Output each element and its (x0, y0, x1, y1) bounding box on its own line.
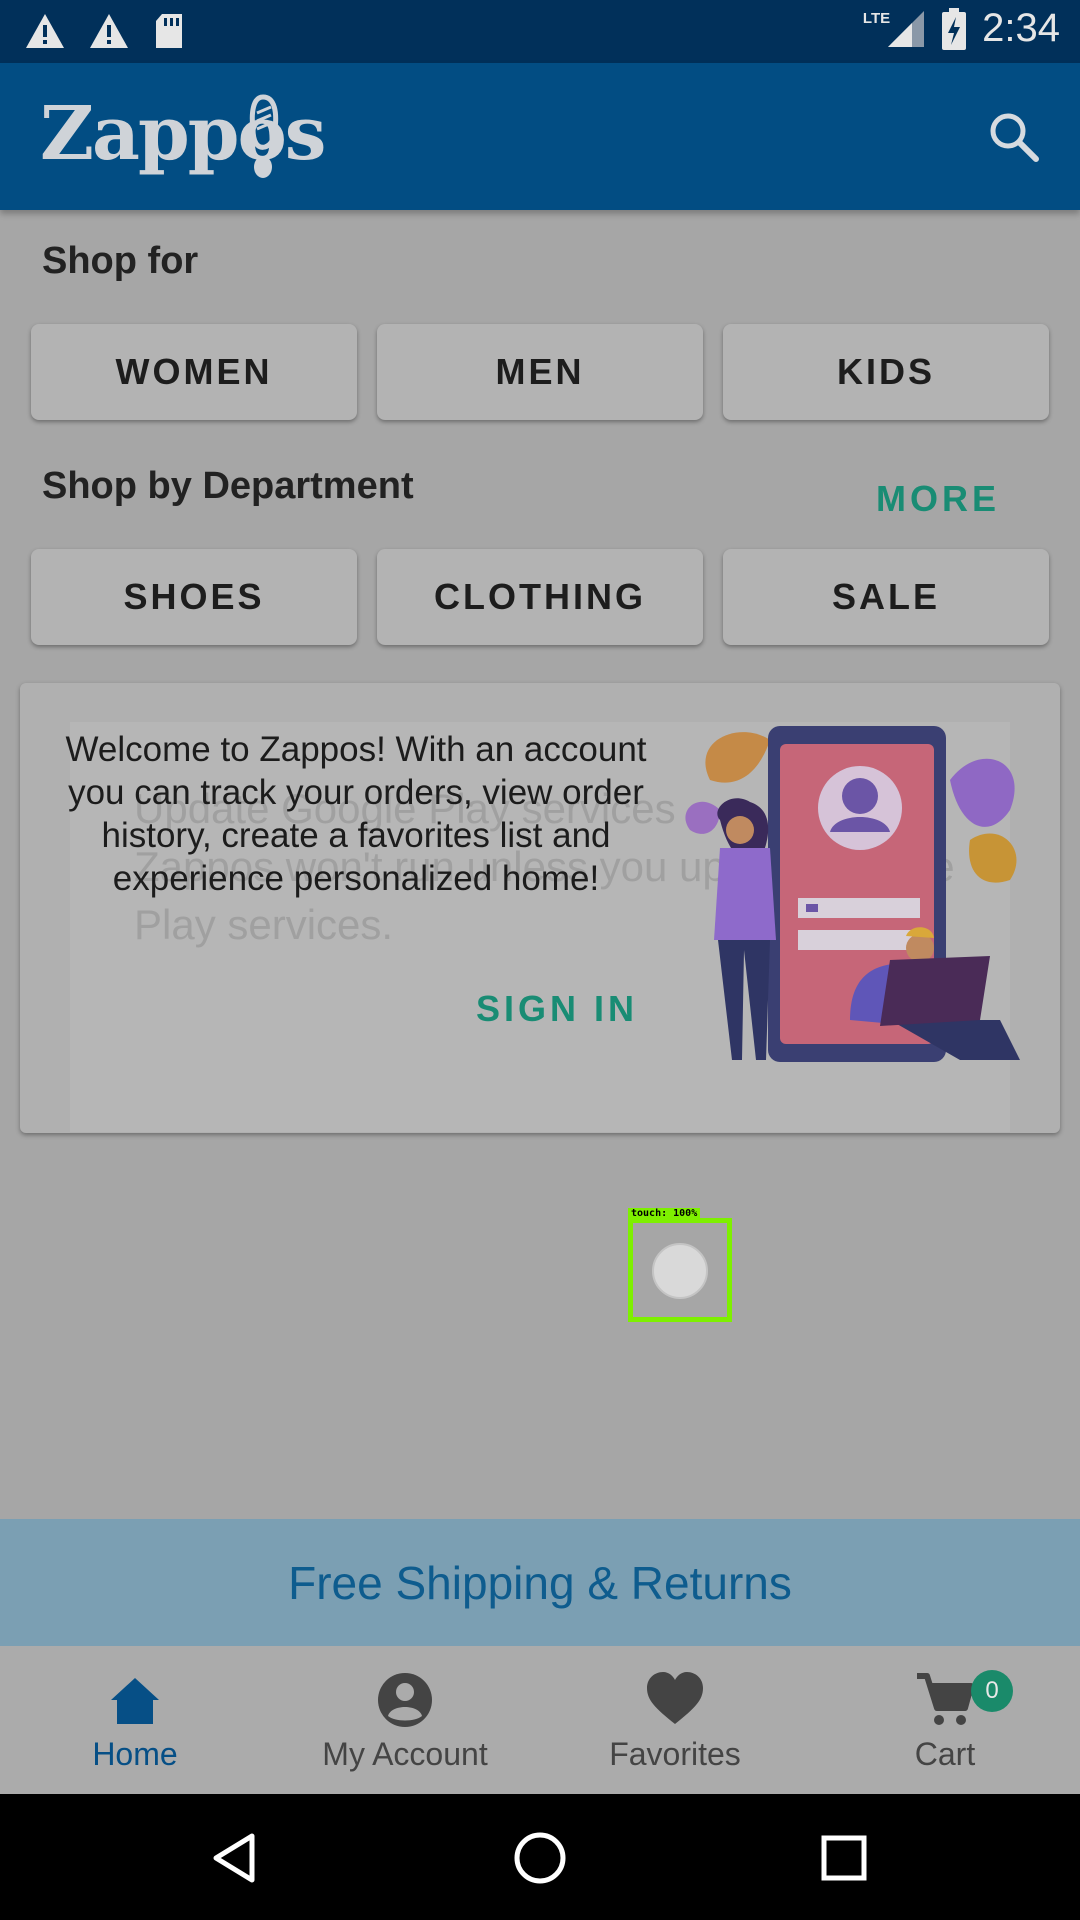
system-navigation-bar (0, 1794, 1080, 1920)
app-bar: Zappos (0, 63, 1080, 210)
zappos-logo: Zappos (40, 91, 326, 177)
women-button[interactable]: WOMEN (31, 324, 357, 420)
home-icon (111, 1678, 159, 1724)
nav-home[interactable]: Home (0, 1646, 270, 1794)
bottom-navigation: Home My Account Favorites Cart 0 (0, 1646, 1080, 1794)
warning-icon (90, 14, 128, 48)
back-icon[interactable] (206, 1828, 266, 1888)
cart-icon (917, 1673, 974, 1725)
sale-button[interactable]: SALE (723, 549, 1049, 645)
nav-home-label: Home (92, 1736, 178, 1772)
men-button[interactable]: MEN (377, 324, 703, 420)
signal-icon (888, 10, 925, 47)
nav-my-account[interactable]: My Account (270, 1646, 540, 1794)
nav-cart-label: Cart (914, 1736, 976, 1772)
search-icon[interactable] (984, 107, 1044, 167)
heart-icon (647, 1672, 703, 1724)
nav-favorites-label: Favorites (609, 1736, 741, 1772)
status-time: 2:34 (982, 6, 1060, 50)
clothing-button[interactable]: CLOTHING (377, 549, 703, 645)
shop-for-title: Shop for (42, 240, 199, 282)
welcome-message: Welcome to Zappos! With an account you c… (65, 730, 647, 898)
signup-illustration (685, 726, 1020, 1062)
free-shipping-banner[interactable]: Free Shipping & Returns (0, 1519, 1080, 1646)
account-icon (378, 1673, 432, 1727)
notification-icons (24, 12, 186, 50)
cart-count-badge: 0 (971, 1670, 1013, 1712)
shoe-print-logo-icon (249, 94, 279, 178)
home-circle-icon[interactable] (510, 1828, 570, 1888)
nav-my-account-label: My Account (322, 1736, 488, 1772)
sd-card-icon (156, 14, 182, 48)
sign-in-button[interactable]: SIGN IN (476, 988, 638, 1030)
touch-indicator-dot (652, 1243, 708, 1299)
kids-button[interactable]: KIDS (723, 324, 1049, 420)
shoes-button[interactable]: SHOES (31, 549, 357, 645)
status-bar: LTE 2:34 (0, 0, 1080, 63)
recents-icon[interactable] (814, 1828, 874, 1888)
more-link[interactable]: MORE (876, 478, 1000, 520)
warning-icon (26, 14, 64, 48)
shop-by-department-title: Shop by Department (42, 465, 414, 507)
nav-cart[interactable]: Cart 0 (810, 1646, 1080, 1794)
nav-favorites[interactable]: Favorites (540, 1646, 810, 1794)
battery-charging-icon (942, 7, 967, 50)
network-type: LTE (862, 10, 891, 27)
